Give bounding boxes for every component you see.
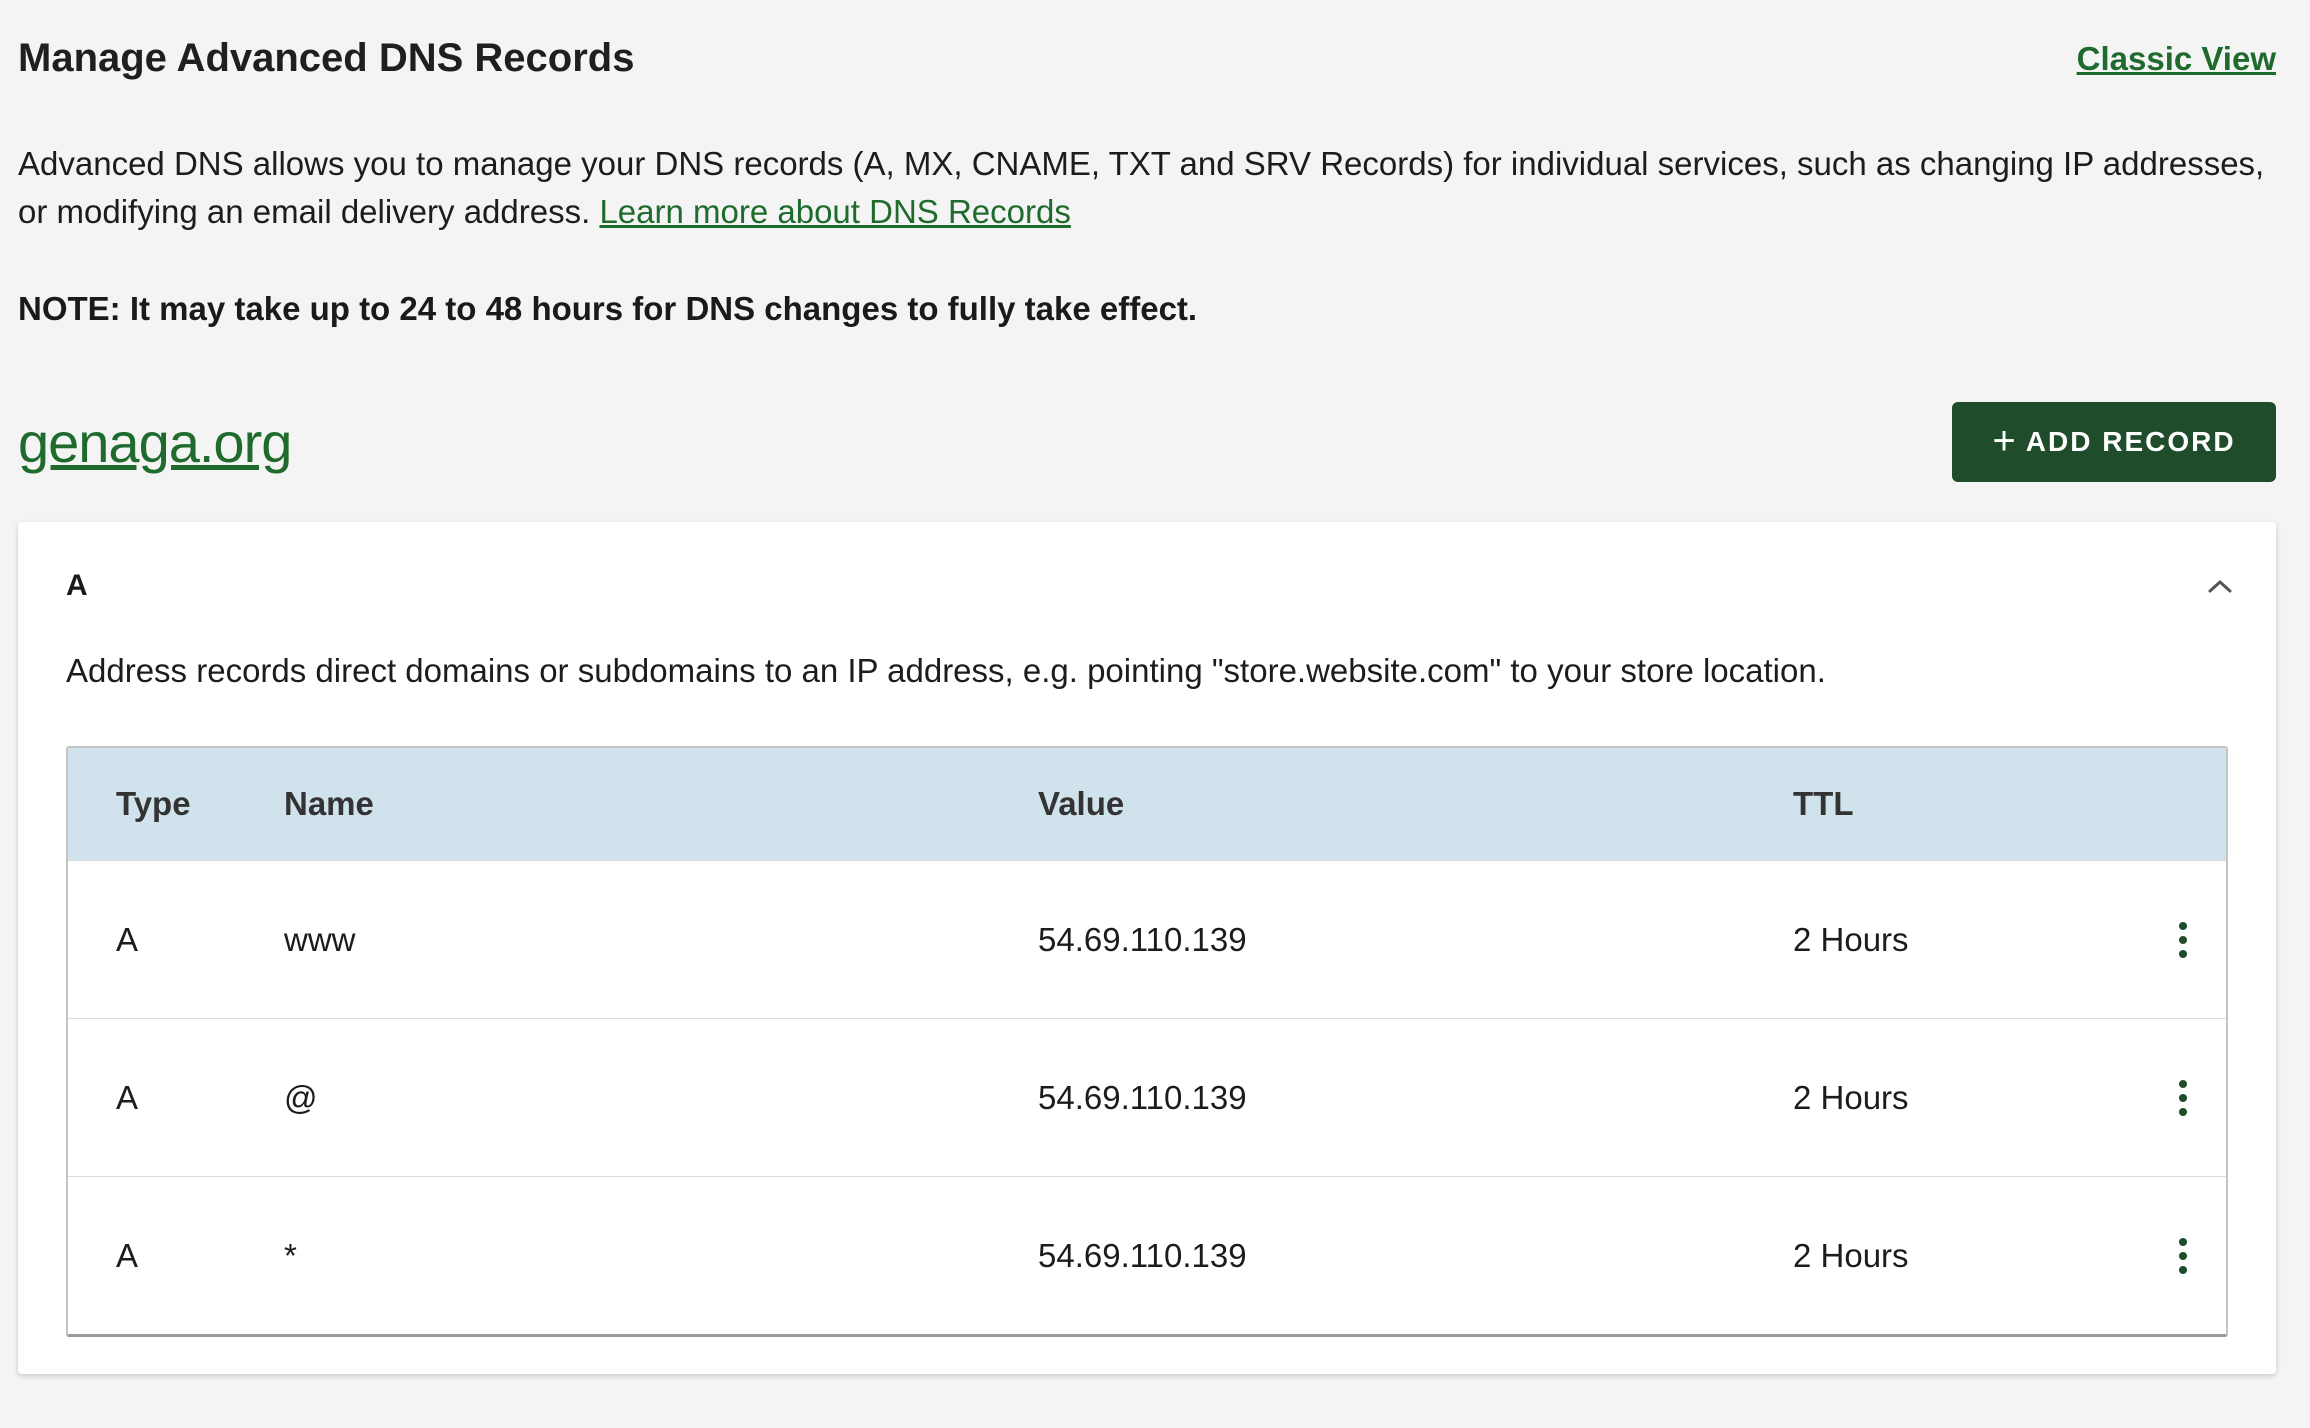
chevron-up-icon[interactable] bbox=[2200, 566, 2240, 606]
page-title: Manage Advanced DNS Records bbox=[18, 36, 635, 80]
page-header: Manage Advanced DNS Records Classic View bbox=[18, 36, 2276, 81]
kebab-menu-icon bbox=[2169, 1074, 2197, 1122]
add-record-button[interactable]: + ADD RECORD bbox=[1952, 402, 2276, 482]
plus-icon: + bbox=[1992, 419, 2018, 463]
column-header-ttl: TTL bbox=[1793, 785, 1854, 822]
cell-name: * bbox=[284, 1236, 297, 1274]
row-actions-button[interactable] bbox=[2140, 1232, 2226, 1280]
cell-type: A bbox=[116, 1236, 139, 1274]
domain-row: genaga.org + ADD RECORD bbox=[18, 402, 2276, 482]
table-row: A www 54.69.110.139 2 Hours bbox=[68, 860, 2226, 1018]
dns-management-page: Manage Advanced DNS Records Classic View… bbox=[0, 0, 2310, 1428]
cell-value: 54.69.110.139 bbox=[1038, 1078, 1247, 1116]
kebab-menu-icon bbox=[2169, 1232, 2197, 1280]
column-header-name: Name bbox=[284, 785, 374, 822]
table-header-row: Type Name Value TTL bbox=[68, 748, 2226, 860]
cell-ttl: 2 Hours bbox=[1793, 1236, 1909, 1274]
table-row: A * 54.69.110.139 2 Hours bbox=[68, 1176, 2226, 1334]
row-actions-button[interactable] bbox=[2140, 916, 2226, 964]
table-row: A @ 54.69.110.139 2 Hours bbox=[68, 1018, 2226, 1176]
cell-name: www bbox=[284, 920, 356, 958]
cell-type: A bbox=[116, 920, 139, 958]
intro-paragraph: Advanced DNS allows you to manage your D… bbox=[18, 140, 2276, 236]
dns-records-table: Type Name Value TTL A www 54.69.110.139 … bbox=[66, 746, 2228, 1337]
cell-value: 54.69.110.139 bbox=[1038, 1236, 1247, 1274]
column-header-value: Value bbox=[1038, 785, 1125, 822]
card-header: A bbox=[66, 566, 2240, 606]
cell-value: 54.69.110.139 bbox=[1038, 920, 1247, 958]
cell-type: A bbox=[116, 1078, 139, 1116]
intro-text: Advanced DNS allows you to manage your D… bbox=[18, 145, 2265, 230]
a-records-card: A Address records direct domains or subd… bbox=[18, 522, 2276, 1374]
add-record-label: ADD RECORD bbox=[2025, 426, 2236, 457]
domain-name-link[interactable]: genaga.org bbox=[18, 410, 292, 475]
learn-more-link[interactable]: Learn more about DNS Records bbox=[599, 193, 1070, 230]
column-header-type: Type bbox=[116, 785, 191, 822]
record-type-description: Address records direct domains or subdom… bbox=[66, 652, 1826, 689]
row-actions-button[interactable] bbox=[2140, 1074, 2226, 1122]
cell-ttl: 2 Hours bbox=[1793, 1078, 1909, 1116]
classic-view-link[interactable]: Classic View bbox=[2077, 40, 2276, 78]
record-type-title: A bbox=[66, 569, 88, 602]
kebab-menu-icon bbox=[2169, 916, 2197, 964]
cell-name: @ bbox=[284, 1078, 318, 1116]
cell-ttl: 2 Hours bbox=[1793, 920, 1909, 958]
propagation-note: NOTE: It may take up to 24 to 48 hours f… bbox=[18, 290, 1198, 327]
